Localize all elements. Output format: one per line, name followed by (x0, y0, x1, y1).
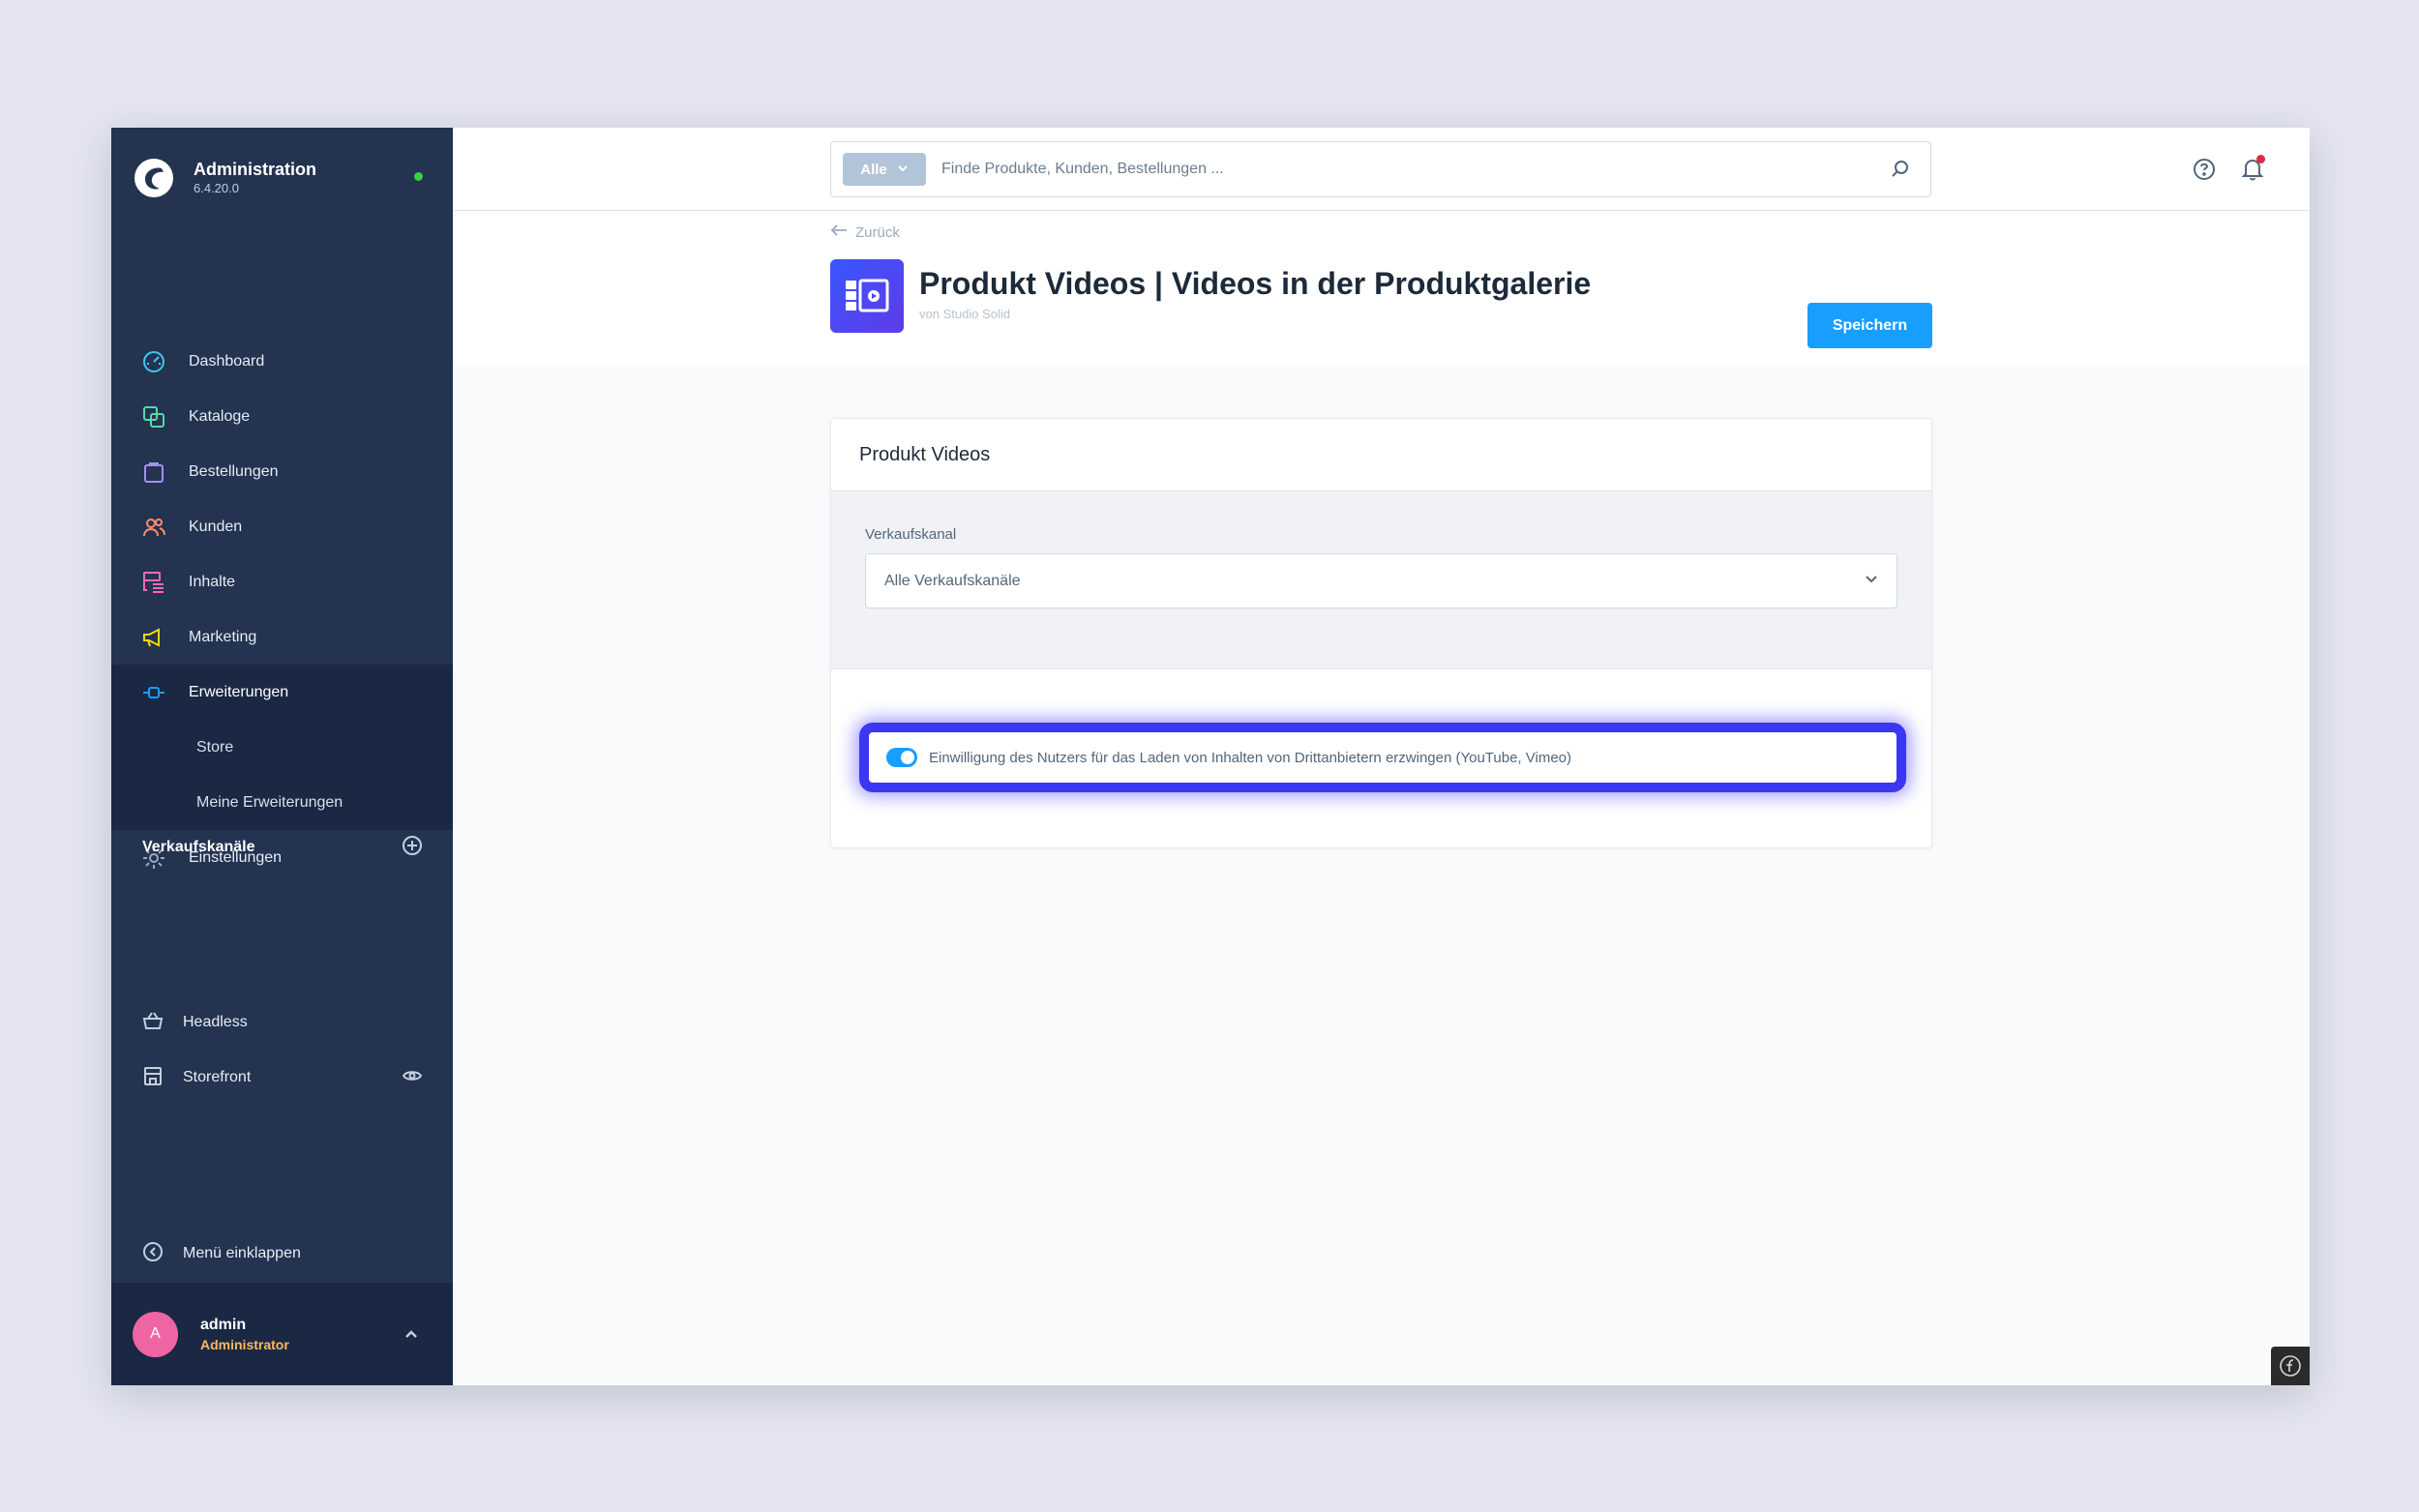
plug-icon (140, 679, 167, 706)
card-title: Produkt Videos (831, 419, 1931, 491)
main-content: Alle Finde Produkte, Kunden, Bestellunge… (453, 128, 2310, 1385)
settings-section: Einwilligung des Nutzers für das Laden v… (831, 669, 1931, 847)
sales-channel-item-headless[interactable]: Headless (142, 1007, 423, 1038)
extensions-group: Erweiterungen Store Meine Erweiterungen (111, 665, 453, 830)
sidebar-item-my-extensions[interactable]: Meine Erweiterungen (111, 775, 453, 830)
page-subtitle: von Studio Solid (919, 307, 1010, 321)
storefront-icon (142, 1065, 164, 1091)
avatar: A (133, 1311, 178, 1357)
select-value: Alle Verkaufskanäle (884, 572, 1021, 589)
users-icon (140, 514, 167, 541)
dashboard-icon (140, 348, 167, 375)
sidebar-item-content[interactable]: Inhalte (111, 554, 453, 609)
toggle-knob (901, 751, 914, 764)
collapse-menu-button[interactable]: Menü einklappen (142, 1238, 301, 1269)
sidebar-item-orders[interactable]: Bestellungen (111, 444, 453, 499)
add-circle-icon[interactable] (402, 835, 423, 861)
symfony-toolbar-icon[interactable] (2271, 1347, 2310, 1385)
sales-channels-title: Verkaufskanäle (142, 839, 255, 855)
megaphone-icon (140, 624, 167, 651)
notification-badge (2256, 155, 2265, 163)
sidebar-item-catalog[interactable]: Kataloge (111, 389, 453, 444)
brand-version: 6.4.20.0 (194, 181, 239, 195)
sales-channels-header: Verkaufskanäle (142, 832, 423, 863)
search-icon[interactable] (1888, 157, 1913, 182)
content-icon (140, 569, 167, 596)
sales-channel-item-storefront[interactable]: Storefront (142, 1062, 423, 1093)
topbar: Alle (453, 128, 2310, 211)
shopware-logo-icon (134, 159, 173, 197)
sidebar-item-customers[interactable]: Kunden (111, 499, 453, 554)
plugin-icon (830, 259, 904, 333)
eye-icon[interactable] (402, 1065, 423, 1091)
basket-icon (142, 1010, 164, 1036)
back-link[interactable]: Zurück (830, 223, 900, 241)
user-menu[interactable]: A admin Administrator (111, 1283, 453, 1385)
sales-channel-label: Verkaufskanal (865, 526, 957, 543)
sidebar-item-extensions[interactable]: Erweiterungen (111, 665, 453, 720)
main-nav: Dashboard Kataloge Bestellungen Kunden I… (111, 334, 453, 885)
consent-toggle-row: Einwilligung des Nutzers für das Laden v… (859, 723, 1906, 792)
consent-toggle-label: Einwilligung des Nutzers für das Laden v… (929, 749, 1571, 766)
page-header: Zurück Produkt Videos | Videos in der Pr… (453, 212, 2310, 365)
shopping-bag-icon (140, 459, 167, 486)
sales-channel-select[interactable]: Alle Verkaufskanäle (865, 553, 1897, 608)
sidebar: Administration 6.4.20.0 Dashboard Katalo… (111, 128, 453, 1385)
search-type-select[interactable]: Alle (843, 153, 926, 186)
sidebar-item-dashboard[interactable]: Dashboard (111, 334, 453, 389)
bell-icon[interactable] (2238, 155, 2267, 184)
sidebar-item-store[interactable]: Store (111, 720, 453, 775)
status-dot (414, 172, 423, 181)
plugin-config-card: Produkt Videos Verkaufskanal Alle Verkau… (830, 418, 1932, 848)
search-input[interactable] (941, 142, 1888, 196)
save-button[interactable]: Speichern (1807, 303, 1932, 348)
help-icon[interactable] (2190, 155, 2219, 184)
chevron-down-icon (1864, 571, 1879, 591)
chevron-down-icon (897, 162, 909, 178)
user-name: admin (200, 1316, 247, 1333)
sales-channel-section: Verkaufskanal Alle Verkaufskanäle (831, 491, 1931, 669)
chevron-up-icon[interactable] (403, 1325, 420, 1348)
sidebar-item-marketing[interactable]: Marketing (111, 609, 453, 665)
admin-window: Administration 6.4.20.0 Dashboard Katalo… (111, 128, 2310, 1385)
page-title: Produkt Videos | Videos in der Produktga… (919, 266, 1592, 301)
global-search: Alle (830, 141, 1931, 197)
arrow-left-icon (830, 223, 848, 241)
consent-toggle[interactable] (886, 748, 917, 767)
brand-title: Administration (194, 160, 317, 179)
catalog-icon (140, 403, 167, 430)
user-role: Administrator (200, 1336, 289, 1352)
chevron-left-circle-icon (142, 1241, 164, 1267)
brand[interactable]: Administration 6.4.20.0 (133, 149, 433, 207)
